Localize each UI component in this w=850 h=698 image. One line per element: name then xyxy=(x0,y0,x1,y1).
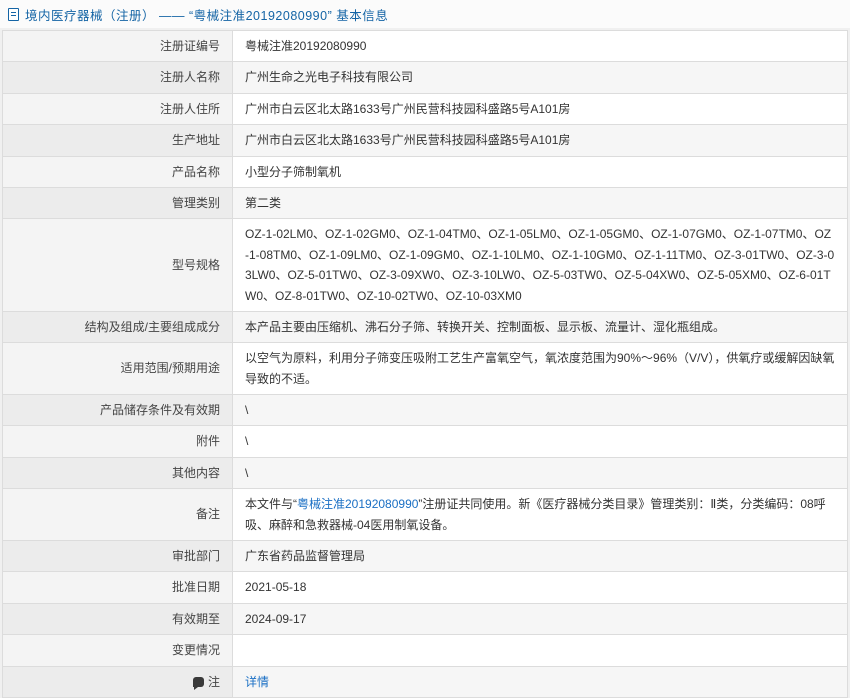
table-row: 生产地址广州市白云区北太路1633号广州民营科技园科盛路5号A101房 xyxy=(3,125,848,156)
row-value: 粤械注准20192080990 xyxy=(233,31,848,62)
row-value: 以空气为原料，利用分子筛变压吸附工艺生产富氧空气，氧浓度范围为90%～96%（V… xyxy=(233,343,848,395)
row-label: 附件 xyxy=(3,426,233,457)
row-label: 生产地址 xyxy=(3,125,233,156)
info-table-body: 注册证编号粤械注准20192080990注册人名称广州生命之光电子科技有限公司注… xyxy=(3,31,848,698)
row-value: 广州市白云区北太路1633号广州民营科技园科盛路5号A101房 xyxy=(233,125,848,156)
page-header: 境内医疗器械（注册） —— “粤械注准20192080990” 基本信息 xyxy=(0,0,850,28)
table-row: 注册证编号粤械注准20192080990 xyxy=(3,31,848,62)
table-row: 有效期至2024-09-17 xyxy=(3,603,848,634)
row-label: 有效期至 xyxy=(3,603,233,634)
row-label: 审批部门 xyxy=(3,541,233,572)
row-value: 本产品主要由压缩机、沸石分子筛、转换开关、控制面板、显示板、流量计、湿化瓶组成。 xyxy=(233,311,848,342)
page: 境内医疗器械（注册） —— “粤械注准20192080990” 基本信息 注册证… xyxy=(0,0,850,698)
row-label: 产品名称 xyxy=(3,156,233,187)
table-row: 变更情况 xyxy=(3,635,848,666)
row-label: 变更情况 xyxy=(3,635,233,666)
row-label: 其他内容 xyxy=(3,457,233,488)
table-row: 备注本文件与“粤械注准20192080990”注册证共同使用。新《医疗器械分类目… xyxy=(3,489,848,541)
table-row: 注册人住所广州市白云区北太路1633号广州民营科技园科盛路5号A101房 xyxy=(3,93,848,124)
detail-link[interactable]: 详情 xyxy=(245,675,269,689)
info-table: 注册证编号粤械注准20192080990注册人名称广州生命之光电子科技有限公司注… xyxy=(2,30,848,698)
row-label: 产品储存条件及有效期 xyxy=(3,395,233,426)
row-label: 批准日期 xyxy=(3,572,233,603)
row-label: 适用范围/预期用途 xyxy=(3,343,233,395)
row-label: 注册人名称 xyxy=(3,62,233,93)
row-label: 型号规格 xyxy=(3,219,233,312)
row-value: 广州市白云区北太路1633号广州民营科技园科盛路5号A101房 xyxy=(233,93,848,124)
row-value: 广东省药品监督管理局 xyxy=(233,541,848,572)
row-value: \ xyxy=(233,426,848,457)
table-row: 附件\ xyxy=(3,426,848,457)
row-value: 本文件与“粤械注准20192080990”注册证共同使用。新《医疗器械分类目录》… xyxy=(233,489,848,541)
row-label: 注册人住所 xyxy=(3,93,233,124)
row-value: OZ-1-02LM0、OZ-1-02GM0、OZ-1-04TM0、OZ-1-05… xyxy=(233,219,848,312)
row-label: 结构及组成/主要组成成分 xyxy=(3,311,233,342)
table-row: 注册人名称广州生命之光电子科技有限公司 xyxy=(3,62,848,93)
row-label: 备注 xyxy=(3,489,233,541)
remark-text: 本文件与“ xyxy=(245,497,297,511)
row-label: 管理类别 xyxy=(3,187,233,218)
page-title: 境内医疗器械（注册） —— “粤械注准20192080990” 基本信息 xyxy=(25,5,388,24)
row-label: 注册证编号 xyxy=(3,31,233,62)
row-value xyxy=(233,635,848,666)
table-row: 其他内容\ xyxy=(3,457,848,488)
table-row: 产品名称小型分子筛制氧机 xyxy=(3,156,848,187)
table-row: 审批部门广东省药品监督管理局 xyxy=(3,541,848,572)
table-row: 型号规格OZ-1-02LM0、OZ-1-02GM0、OZ-1-04TM0、OZ-… xyxy=(3,219,848,312)
table-row: 产品储存条件及有效期\ xyxy=(3,395,848,426)
row-value: 第二类 xyxy=(233,187,848,218)
row-value: 2021-05-18 xyxy=(233,572,848,603)
table-row: 注详情 xyxy=(3,666,848,697)
row-value: 小型分子筛制氧机 xyxy=(233,156,848,187)
note-icon xyxy=(193,677,204,687)
table-row: 批准日期2021-05-18 xyxy=(3,572,848,603)
row-value: 广州生命之光电子科技有限公司 xyxy=(233,62,848,93)
table-row: 管理类别第二类 xyxy=(3,187,848,218)
document-icon xyxy=(8,8,19,21)
row-value: \ xyxy=(233,395,848,426)
row-value: 详情 xyxy=(233,666,848,697)
remark-highlight-text: 粤械注准20192080990 xyxy=(297,497,418,511)
row-label: 注 xyxy=(3,666,233,697)
row-value: 2024-09-17 xyxy=(233,603,848,634)
table-row: 结构及组成/主要组成成分本产品主要由压缩机、沸石分子筛、转换开关、控制面板、显示… xyxy=(3,311,848,342)
table-row: 适用范围/预期用途以空气为原料，利用分子筛变压吸附工艺生产富氧空气，氧浓度范围为… xyxy=(3,343,848,395)
row-value: \ xyxy=(233,457,848,488)
